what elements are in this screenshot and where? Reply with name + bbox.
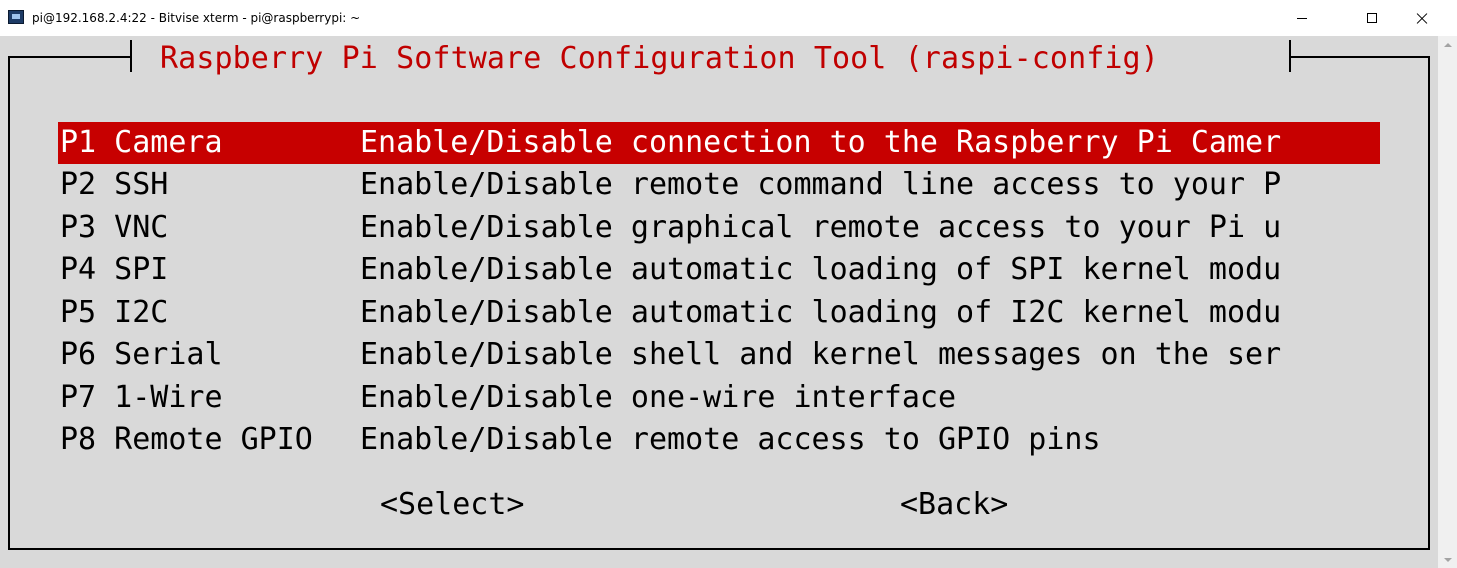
window-title: pi@192.168.2.4:22 - Bitvise xterm - pi@r…	[32, 11, 361, 25]
maximize-icon	[1367, 13, 1377, 23]
menu-item-description: Enable/Disable automatic loading of SPI …	[360, 252, 1282, 287]
menu-item-p6-serial[interactable]: P6 Serial Enable/Disable shell and kerne…	[58, 334, 1380, 377]
scroll-up-button[interactable]	[1438, 36, 1457, 53]
maximize-button[interactable]	[1349, 0, 1395, 36]
dialog-border-top-right	[1289, 56, 1430, 58]
dialog-border-top-left	[8, 56, 132, 58]
interface-options-menu: P1 Camera Enable/Disable connection to t…	[58, 122, 1380, 462]
dialog-border-bottom	[8, 548, 1430, 550]
minimize-button[interactable]	[1279, 0, 1325, 36]
menu-item-description: Enable/Disable graphical remote access t…	[360, 209, 1282, 245]
menu-item-key: P3 VNC	[60, 209, 169, 245]
menu-item-key: P1 Camera	[60, 125, 223, 160]
menu-item-description: Enable/Disable one-wire interface	[360, 379, 957, 415]
menu-item-p4-spi[interactable]: P4 SPI Enable/Disable automatic loading …	[58, 249, 1380, 292]
menu-item-description: Enable/Disable automatic loading of I2C …	[360, 294, 1282, 330]
vertical-scrollbar[interactable]	[1438, 36, 1457, 568]
arrow-down-icon	[1443, 557, 1452, 562]
menu-item-description: Enable/Disable remote command line acces…	[360, 167, 1282, 202]
title-bar[interactable]: pi@192.168.2.4:22 - Bitvise xterm - pi@r…	[0, 0, 1457, 36]
dialog-border-right	[1428, 56, 1430, 550]
menu-item-description: Enable/Disable connection to the Raspber…	[360, 125, 1282, 160]
dialog-title: Raspberry Pi Software Configuration Tool…	[160, 41, 1159, 76]
close-button[interactable]	[1399, 0, 1445, 36]
back-button[interactable]: <Back>	[900, 484, 1008, 526]
menu-item-description: Enable/Disable remote access to GPIO pin…	[360, 422, 1101, 457]
minimize-icon	[1297, 17, 1307, 19]
menu-item-key: P2 SSH	[60, 167, 169, 202]
terminal-icon[interactable]	[8, 10, 24, 24]
menu-item-key: P4 SPI	[60, 252, 169, 287]
terminal-window: pi@192.168.2.4:22 - Bitvise xterm - pi@r…	[0, 0, 1457, 568]
menu-item-key: P8 Remote GPIO	[60, 422, 313, 457]
close-icon	[1416, 12, 1428, 24]
menu-item-key: P6 Serial	[60, 337, 223, 372]
menu-item-key: P7 1-Wire	[60, 379, 223, 415]
dialog-border-left	[8, 56, 10, 550]
select-button[interactable]: <Select>	[380, 484, 525, 526]
menu-item-description: Enable/Disable shell and kernel messages…	[360, 337, 1282, 372]
menu-item-p8-remote-gpio[interactable]: P8 Remote GPIO Enable/Disable remote acc…	[58, 419, 1380, 462]
dialog-border-title-left	[130, 40, 132, 72]
menu-item-p1-camera[interactable]: P1 Camera Enable/Disable connection to t…	[58, 122, 1380, 164]
menu-item-p2-ssh[interactable]: P2 SSH Enable/Disable remote command lin…	[58, 164, 1380, 207]
arrow-up-icon	[1443, 42, 1452, 47]
menu-item-key: P5 I2C	[60, 294, 169, 330]
scroll-down-button[interactable]	[1438, 551, 1457, 568]
dialog-border-title-right	[1289, 40, 1291, 72]
menu-item-p5-i2c[interactable]: P5 I2C Enable/Disable automatic loading …	[58, 292, 1380, 335]
menu-item-p3-vnc[interactable]: P3 VNC Enable/Disable graphical remote a…	[58, 207, 1380, 250]
terminal-screen[interactable]: Raspberry Pi Software Configuration Tool…	[0, 36, 1438, 568]
menu-item-p7-1-wire[interactable]: P7 1-Wire Enable/Disable one-wire interf…	[58, 377, 1380, 420]
